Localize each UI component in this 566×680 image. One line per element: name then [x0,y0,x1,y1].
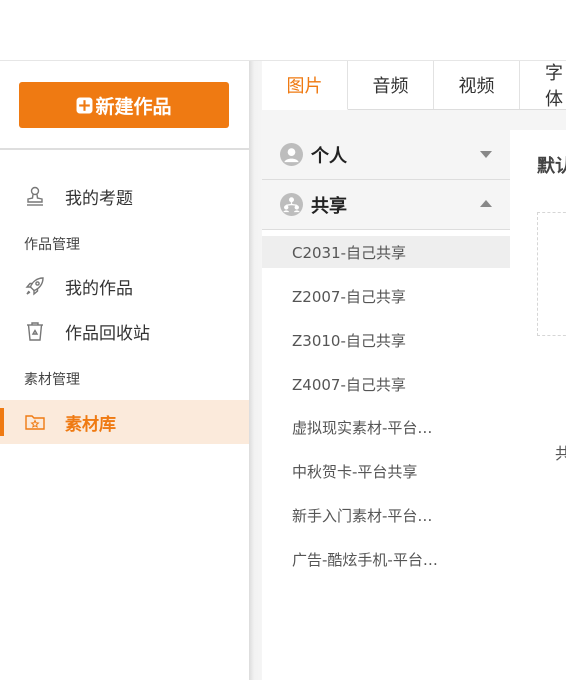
content-title: 默认 [537,156,566,177]
media-tabs: 图片 音频 视频 字体 [262,61,566,110]
sidebar-item-label: 我的考题 [65,188,133,209]
chevron-up-icon [480,200,492,207]
new-work-label: 新建作品 [95,95,172,118]
sidebar-item-my-questions[interactable]: 我的考题 [0,174,249,218]
shared-group-icon [280,193,303,216]
sidebar-item-label: 素材库 [65,414,116,435]
sidebar-shadow [249,61,262,680]
folder-item[interactable]: Z4007-自己共享 [262,368,510,400]
sidebar-item-my-works[interactable]: 我的作品 [0,264,249,308]
content-note: 共 [555,444,566,463]
folder-group-label: 个人 [311,145,347,167]
folder-item[interactable]: Z2007-自己共享 [262,280,510,312]
tab-video[interactable]: 视频 [434,61,520,109]
folder-item[interactable]: 新手入门素材-平台… [262,499,510,531]
folder-item-label: Z4007-自己共享 [292,375,406,394]
sidebar-item-label: 作品回收站 [65,323,150,344]
folder-item-label: C2031-自己共享 [292,243,407,262]
group-title-materials: 素材管理 [24,372,80,388]
sidebar-item-material-library[interactable]: 素材库 [0,400,249,444]
sidebar: 新建作品 我的考题 作品管理 我的作品 作品回收站 素材管理 素材库 [0,61,249,680]
new-work-button[interactable]: 新建作品 [19,82,229,128]
stamp-icon [27,186,43,206]
tab-images[interactable]: 图片 [262,61,348,110]
active-indicator [0,408,4,436]
folder-item[interactable]: 中秋贺卡-平台共享 [262,455,510,487]
folder-item-label: Z2007-自己共享 [292,287,406,306]
top-bar [0,0,566,61]
sidebar-item-recycle-bin[interactable]: 作品回收站 [0,309,249,353]
group-title-works: 作品管理 [24,237,80,253]
sidebar-item-label: 我的作品 [65,278,133,299]
chevron-down-icon [480,151,492,158]
folder-item[interactable]: Z3010-自己共享 [262,324,510,356]
upload-dropzone[interactable] [537,212,566,336]
plus-square-icon [77,97,93,113]
folder-group-label: 共享 [311,195,347,217]
sidebar-divider [0,148,249,150]
folder-panel: 个人 共享 C2031-自己共享 Z2007-自己共享 Z3010-自己共享 Z… [262,130,512,680]
rocket-icon [25,277,44,296]
folder-group-personal[interactable]: 个人 [262,130,510,180]
recycle-bin-icon [27,322,43,341]
content-area: 默认 共 [511,130,566,680]
folder-item-label: 广告-酷炫手机-平台… [292,550,438,569]
folder-star-icon [25,415,45,430]
folder-item-label: 新手入门素材-平台… [292,506,433,525]
panel-gap [262,110,566,130]
folder-item[interactable]: 广告-酷炫手机-平台… [262,543,510,575]
folder-group-shared[interactable]: 共享 [262,180,510,230]
folder-item-label: 中秋贺卡-平台共享 [292,462,418,481]
folder-item-label: 虚拟现实素材-平台… [292,418,433,437]
folder-item[interactable]: 虚拟现实素材-平台… [262,411,510,443]
tab-fonts[interactable]: 字体 [520,61,566,110]
user-avatar-icon [280,143,303,166]
tab-audio[interactable]: 音频 [348,61,434,109]
folder-item-label: Z3010-自己共享 [292,331,406,350]
folder-item[interactable]: C2031-自己共享 [262,236,510,268]
